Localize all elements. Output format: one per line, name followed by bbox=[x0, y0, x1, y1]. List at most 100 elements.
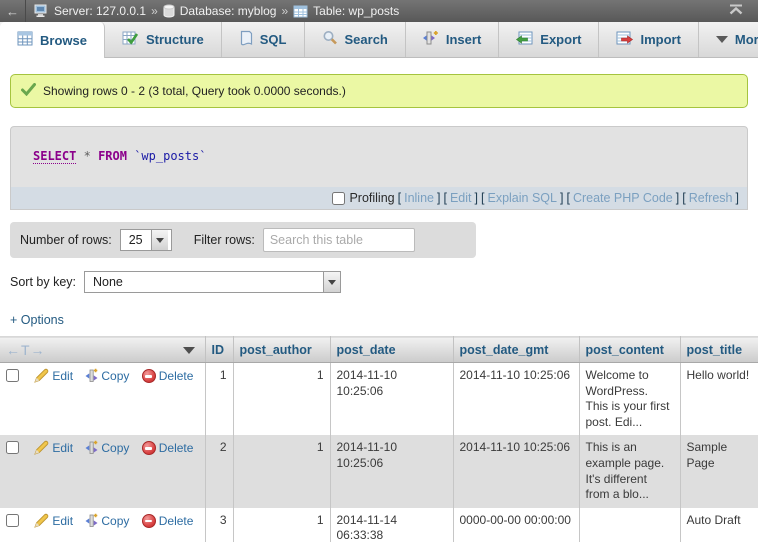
column-header-post-date-gmt[interactable]: post_date_gmt bbox=[453, 337, 579, 363]
cell-id: 2 bbox=[205, 435, 233, 507]
cell-post-content: This is an example page. It's different … bbox=[579, 435, 680, 507]
delete-link[interactable]: Delete bbox=[159, 514, 194, 528]
sql-query-text: SELECT * FROM `wp_posts` bbox=[11, 127, 747, 187]
transpose-icon[interactable]: ←T→ bbox=[6, 342, 46, 358]
options-toggle-link[interactable]: + Options bbox=[10, 313, 64, 327]
sql-table-ref: `wp_posts` bbox=[134, 149, 206, 163]
column-header-post-content[interactable]: post_content bbox=[579, 337, 680, 363]
copy-link[interactable]: Copy bbox=[101, 441, 129, 455]
tab-search-label: Search bbox=[345, 32, 388, 47]
table-row: Edit Copy Delete 1 1 2014-11-10 10:25:06… bbox=[0, 363, 758, 436]
export-icon bbox=[516, 31, 533, 49]
sort-by-key-select[interactable]: None bbox=[84, 271, 341, 293]
refresh-link[interactable]: Refresh bbox=[689, 191, 733, 205]
table-row: Edit Copy Delete 2 1 2014-11-10 10:25:06… bbox=[0, 435, 758, 507]
delete-link[interactable]: Delete bbox=[159, 369, 194, 383]
profiling-checkbox[interactable] bbox=[332, 192, 345, 205]
column-header-post-author[interactable]: post_author bbox=[233, 337, 330, 363]
breadcrumb-table[interactable]: Table: wp_posts bbox=[313, 4, 399, 18]
number-of-rows-value: 25 bbox=[121, 230, 151, 250]
tab-import-label: Import bbox=[640, 32, 680, 47]
cell-post-date-gmt: 2014-11-10 10:25:06 bbox=[453, 363, 579, 436]
explain-sql-link[interactable]: Explain SQL bbox=[487, 191, 556, 205]
select-arrow-icon bbox=[323, 272, 340, 292]
bracket: [ bbox=[481, 191, 484, 205]
table-row: Edit Copy Delete 3 1 2014-11-14 06:33:38… bbox=[0, 508, 758, 542]
column-header-post-date[interactable]: post_date bbox=[330, 337, 453, 363]
create-php-code-link[interactable]: Create PHP Code bbox=[573, 191, 673, 205]
tab-export[interactable]: Export bbox=[499, 22, 599, 57]
copy-link[interactable]: Copy bbox=[101, 369, 129, 383]
edit-pencil-icon bbox=[34, 368, 49, 388]
chevron-down-icon bbox=[716, 36, 728, 43]
tab-browse-label: Browse bbox=[40, 33, 87, 48]
sort-by-key-value: None bbox=[85, 272, 323, 292]
delete-link[interactable]: Delete bbox=[159, 441, 194, 455]
column-header-id[interactable]: ID bbox=[205, 337, 233, 363]
bracket: ] bbox=[475, 191, 478, 205]
sql-keyword-select: SELECT bbox=[33, 149, 76, 164]
sort-caret-icon[interactable] bbox=[183, 347, 195, 354]
cell-post-author: 1 bbox=[233, 508, 330, 542]
row-checkbox[interactable] bbox=[6, 369, 19, 382]
cell-post-date: 2014-11-10 10:25:06 bbox=[330, 435, 453, 507]
copy-link[interactable]: Copy bbox=[101, 514, 129, 528]
query-links-bar: Profiling [ Inline ] [ Edit ] [ Explain … bbox=[11, 187, 747, 209]
cell-post-date-gmt: 0000-00-00 00:00:00 bbox=[453, 508, 579, 542]
number-of-rows-select[interactable]: 25 bbox=[120, 229, 172, 251]
breadcrumb-database[interactable]: Database: myblog bbox=[180, 4, 277, 18]
breadcrumb-bar: ← Server: 127.0.0.1 » Database: myblog »… bbox=[0, 0, 758, 22]
tab-more[interactable]: More bbox=[699, 22, 758, 57]
row-checkbox[interactable] bbox=[6, 441, 19, 454]
row-checkbox[interactable] bbox=[6, 514, 19, 527]
edit-query-link[interactable]: Edit bbox=[450, 191, 472, 205]
tab-browse[interactable]: Browse bbox=[0, 22, 105, 58]
tab-more-label: More bbox=[735, 32, 758, 47]
inline-link[interactable]: Inline bbox=[404, 191, 434, 205]
sort-by-key-label: Sort by key: bbox=[10, 275, 76, 289]
delete-icon bbox=[142, 441, 156, 455]
structure-icon bbox=[122, 31, 139, 49]
row-actions-cell: Edit Copy Delete bbox=[0, 508, 205, 542]
tab-structure[interactable]: Structure bbox=[105, 22, 222, 57]
edit-pencil-icon bbox=[34, 440, 49, 460]
sql-star: * bbox=[84, 149, 91, 163]
column-header-post-title[interactable]: post_title bbox=[680, 337, 758, 363]
delete-icon bbox=[142, 369, 156, 383]
edit-link[interactable]: Edit bbox=[52, 441, 73, 455]
bracket: [ bbox=[443, 191, 446, 205]
profiling-toggle[interactable]: Profiling bbox=[332, 191, 394, 205]
sort-by-key-row: Sort by key: None bbox=[10, 271, 758, 293]
edit-link[interactable]: Edit bbox=[52, 369, 73, 383]
cell-post-title: Auto Draft bbox=[680, 508, 758, 542]
profiling-label: Profiling bbox=[349, 191, 394, 205]
tab-insert[interactable]: Insert bbox=[406, 22, 499, 57]
tab-search[interactable]: Search bbox=[305, 22, 406, 57]
back-arrow-button[interactable]: ← bbox=[0, 0, 26, 22]
breadcrumb-server[interactable]: Server: 127.0.0.1 bbox=[54, 4, 146, 18]
bracket: ] bbox=[437, 191, 440, 205]
cell-id: 3 bbox=[205, 508, 233, 542]
cell-post-date: 2014-11-14 06:33:38 bbox=[330, 508, 453, 542]
rows-filter-bar: Number of rows: 25 Filter rows: bbox=[10, 222, 476, 258]
tab-sql[interactable]: SQL bbox=[222, 22, 305, 57]
transpose-header-cell[interactable]: ←T→ bbox=[0, 337, 205, 363]
search-icon bbox=[322, 30, 338, 49]
edit-link[interactable]: Edit bbox=[52, 514, 73, 528]
success-check-icon bbox=[21, 83, 36, 99]
tab-structure-label: Structure bbox=[146, 32, 204, 47]
copy-icon bbox=[85, 513, 98, 533]
select-arrow-icon bbox=[151, 230, 168, 250]
collapse-toolbar-button[interactable] bbox=[714, 4, 758, 18]
collapse-icon bbox=[728, 4, 744, 18]
cell-post-title: Sample Page bbox=[680, 435, 758, 507]
edit-pencil-icon bbox=[34, 513, 49, 533]
database-icon bbox=[163, 4, 175, 18]
bracket: ] bbox=[676, 191, 679, 205]
row-actions-cell: Edit Copy Delete bbox=[0, 363, 205, 436]
browse-icon bbox=[17, 31, 33, 49]
tab-import[interactable]: Import bbox=[599, 22, 698, 57]
cell-post-date: 2014-11-10 10:25:06 bbox=[330, 363, 453, 436]
tab-export-label: Export bbox=[540, 32, 581, 47]
filter-rows-input[interactable] bbox=[263, 228, 415, 252]
